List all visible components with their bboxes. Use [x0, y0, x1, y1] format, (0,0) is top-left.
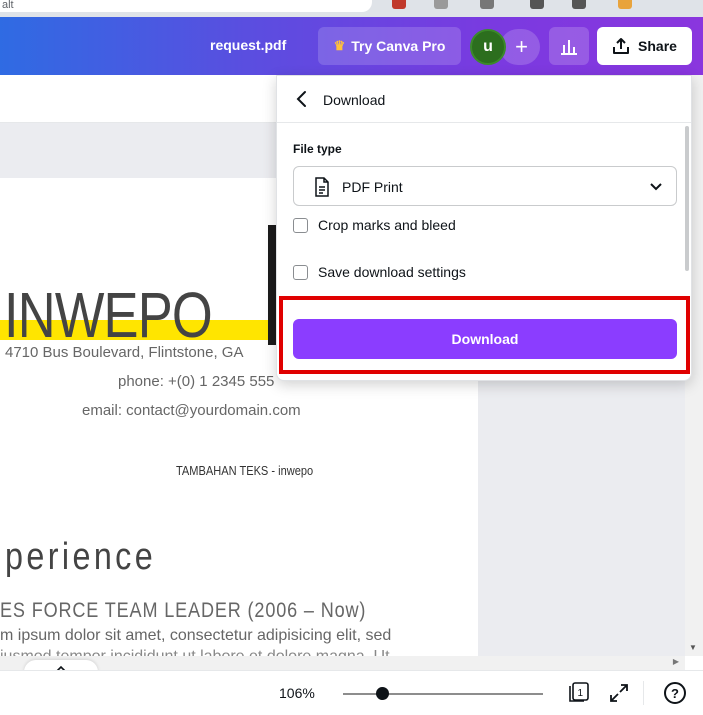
page-count-button[interactable]: 1	[568, 682, 590, 702]
extension-icon[interactable]	[572, 0, 586, 9]
experience-heading[interactable]: perience	[5, 536, 156, 579]
job-description-line[interactable]: iusmod tempor incididunt ut labore et do…	[0, 648, 390, 656]
panel-scrollbar[interactable]	[685, 126, 689, 271]
crop-marks-label: Crop marks and bleed	[318, 217, 456, 233]
resume-phone[interactable]: phone: +(0) 1 2345 555	[118, 373, 274, 390]
horizontal-scrollbar[interactable]: ▶	[0, 656, 685, 670]
download-panel: Download File type PDF Print Crop marks …	[276, 75, 692, 381]
file-type-select[interactable]: PDF Print	[293, 166, 677, 206]
browser-toolbar: alt	[0, 0, 703, 17]
plus-icon: +	[515, 34, 528, 59]
extension-icon[interactable]	[530, 0, 544, 9]
extension-icon[interactable]	[434, 0, 448, 9]
footer-divider	[643, 681, 644, 705]
document-icon	[315, 177, 329, 197]
insights-button[interactable]	[549, 27, 589, 65]
address-bar[interactable]: alt	[0, 0, 372, 12]
save-settings-label: Save download settings	[318, 264, 466, 280]
fullscreen-button[interactable]	[608, 682, 630, 704]
crown-icon: ♛	[333, 38, 346, 53]
download-button[interactable]: Download	[293, 319, 677, 359]
expand-icon	[610, 684, 628, 702]
extension-icon[interactable]	[480, 0, 494, 9]
extension-icon[interactable]	[618, 0, 632, 9]
job-description-line[interactable]: m ipsum dolor sit amet, consectetur adip…	[0, 627, 391, 645]
save-settings-checkbox[interactable]	[293, 264, 308, 280]
add-collaborator-button[interactable]: +	[500, 29, 540, 65]
panel-title: Download	[323, 92, 386, 108]
crop-marks-checkbox[interactable]	[293, 217, 308, 233]
zoom-level[interactable]: 106%	[279, 685, 315, 701]
share-button[interactable]: Share	[597, 27, 692, 65]
resume-address[interactable]: 4710 Bus Boulevard, Flintstone, GA	[5, 344, 243, 361]
resume-name[interactable]: INWEPO	[4, 278, 213, 352]
help-button[interactable]: ?	[664, 682, 686, 704]
editor-header: request.pdf ♛ Try Canva Pro + u Share	[0, 17, 703, 75]
status-bar: 106% 1 ?	[0, 670, 703, 715]
try-canva-pro-button[interactable]: ♛ Try Canva Pro	[318, 27, 461, 65]
file-type-value: PDF Print	[342, 179, 403, 195]
try-pro-label: Try Canva Pro	[351, 38, 446, 54]
extension-icon[interactable]	[392, 0, 406, 9]
document-title[interactable]: request.pdf	[210, 37, 286, 53]
crop-marks-option[interactable]: Crop marks and bleed	[293, 216, 456, 234]
extra-text[interactable]: TAMBAHAN TEKS - inwepo	[176, 463, 313, 478]
avatar[interactable]: u	[470, 29, 506, 65]
job-title[interactable]: ES FORCE TEAM LEADER (2006 – Now)	[0, 599, 366, 623]
bar-chart-icon	[561, 40, 577, 55]
chevron-left-icon[interactable]	[293, 89, 311, 109]
page-count: 1	[578, 688, 584, 699]
save-settings-option[interactable]: Save download settings	[293, 263, 466, 281]
resume-email[interactable]: email: contact@yourdomain.com	[82, 402, 301, 419]
pages-icon: 1	[569, 682, 589, 702]
panel-header: Download	[277, 76, 691, 123]
scroll-right-icon[interactable]: ▶	[673, 657, 679, 666]
zoom-slider[interactable]	[343, 693, 543, 695]
scroll-down-icon[interactable]: ▼	[689, 643, 697, 652]
share-label: Share	[638, 38, 677, 54]
share-upload-icon	[613, 38, 630, 54]
zoom-slider-thumb[interactable]	[376, 687, 389, 700]
file-type-label: File type	[293, 142, 342, 156]
chevron-down-icon	[650, 183, 662, 191]
